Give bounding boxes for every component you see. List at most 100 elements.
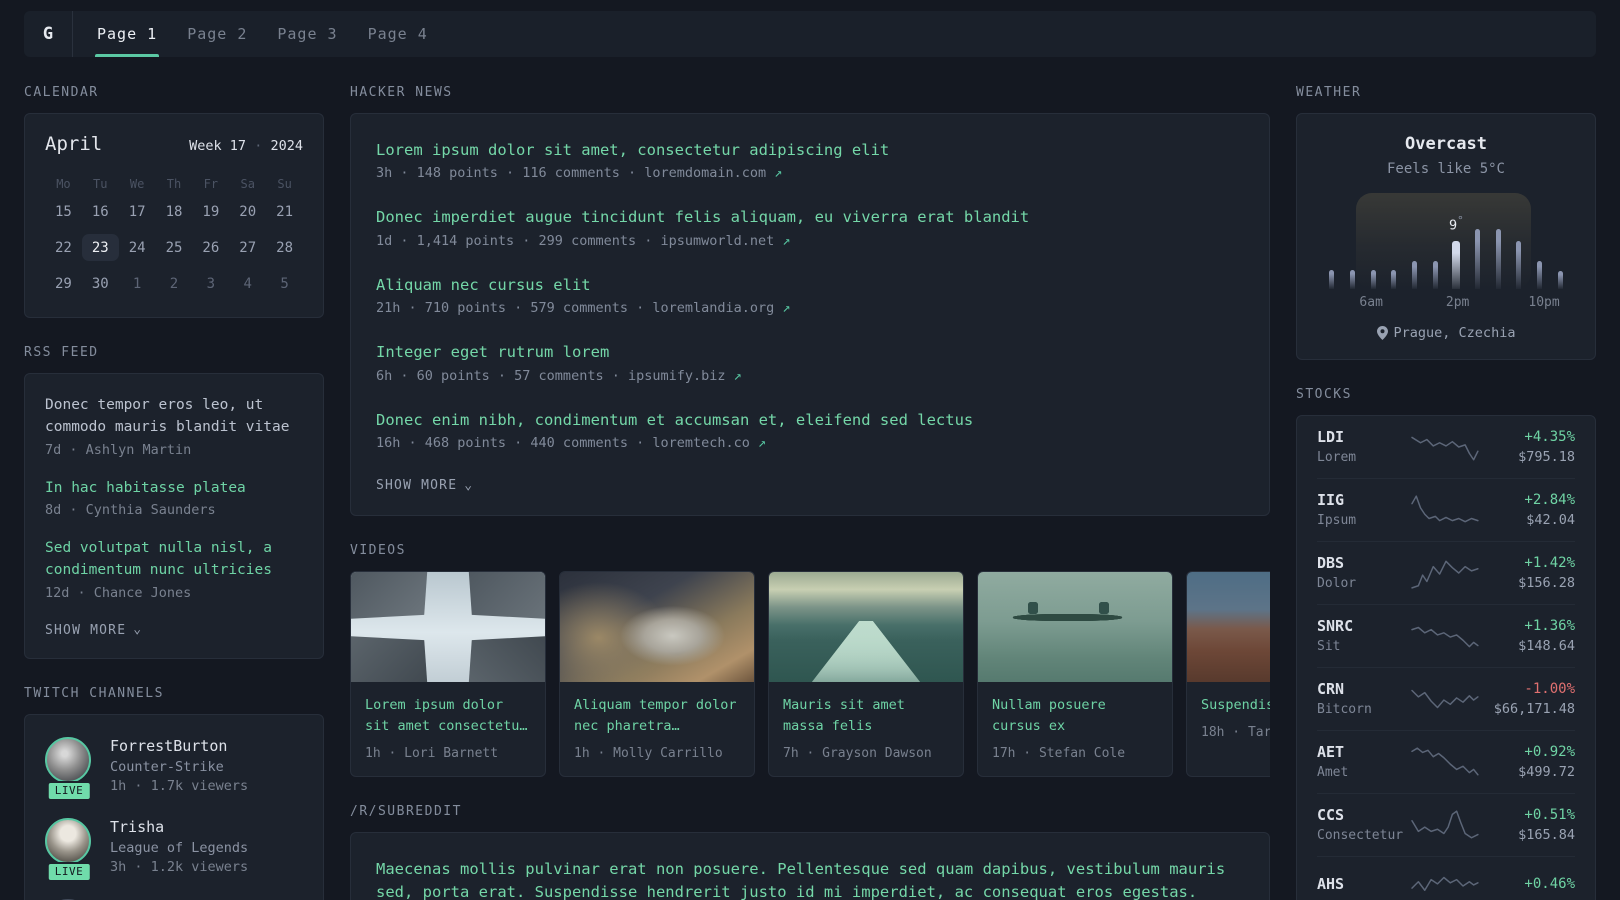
weather-time-labels: 6am 2pm 10pm	[1317, 295, 1575, 313]
stock-row[interactable]: LDI Lorem +4.35% $795.18	[1317, 416, 1575, 479]
video-card[interactable]: Suspendisse diam 18h · Tara	[1186, 571, 1270, 778]
external-link-icon[interactable]: ↗	[734, 368, 742, 384]
hn-item-meta: 21h · 710 points · 579 comments · loreml…	[376, 300, 1244, 316]
stock-row[interactable]: IIG Ipsum +2.84% $42.04	[1317, 479, 1575, 542]
weather-hour-bar	[1404, 261, 1425, 289]
hacker-news-widget: HACKER NEWS Lorem ipsum dolor sit amet, …	[350, 85, 1270, 517]
page-tab[interactable]: Page 3	[275, 11, 339, 57]
calendar-day: 5	[280, 275, 289, 292]
external-link-icon[interactable]: ↗	[782, 300, 790, 316]
video-title: Suspendisse diam	[1201, 697, 1270, 714]
rss-section-label: RSS FEED	[24, 345, 99, 360]
external-link-icon[interactable]: ↗	[758, 435, 766, 451]
weather-hour-bar	[1467, 229, 1488, 289]
stock-ticker: SNRC	[1317, 617, 1354, 635]
hn-item-title[interactable]: Lorem ipsum dolor sit amet, consectetur …	[376, 139, 1244, 161]
stock-row[interactable]: CRN Bitcorn -1.00% $66,171.48	[1317, 668, 1575, 731]
twitch-channel-category: Counter-Strike	[110, 758, 224, 775]
calendar-day: 16	[91, 203, 109, 220]
location-pin-icon	[1376, 326, 1388, 340]
hn-item-meta: 1d · 1,414 points · 299 comments · ipsum…	[376, 233, 1244, 249]
stock-name: Sit	[1317, 639, 1341, 654]
stock-price: $795.18	[1518, 448, 1575, 465]
rss-item-title[interactable]: In hac habitasse platea	[45, 478, 303, 500]
stock-change: +2.84%	[1524, 491, 1575, 508]
hn-show-more-button[interactable]: SHOW MORE ⌄	[376, 476, 473, 499]
video-card[interactable]: Lorem ipsum dolor sit amet consectetu… 1…	[350, 571, 546, 778]
reddit-post-title[interactable]: Maecenas mollis pulvinar erat non posuer…	[376, 858, 1244, 900]
calendar-month: April	[45, 133, 103, 155]
video-thumbnail	[351, 572, 545, 683]
calendar-day-headers: Mo Tu We Th Fr Sa Su	[45, 173, 303, 198]
video-meta: 7h · Grayson Dawson	[783, 746, 932, 762]
stock-price: $499.72	[1518, 763, 1575, 780]
weather-hour-bar	[1425, 261, 1446, 289]
rss-item-meta: 7d · Ashlyn Martin	[45, 441, 192, 458]
right-column: WEATHER Overcast Feels like 5°C 9° 6am 2p…	[1296, 85, 1596, 900]
live-badge: LIVE	[46, 861, 92, 882]
video-card[interactable]: Mauris sit amet massa felis 7h · Grayson…	[768, 571, 964, 778]
hn-item-meta: 16h · 468 points · 440 comments · loremt…	[376, 435, 1244, 451]
stock-change: +0.92%	[1524, 743, 1575, 760]
calendar-day-header: Su	[277, 177, 292, 191]
stock-row[interactable]: AET Amet +0.92% $499.72	[1317, 731, 1575, 794]
twitch-channel-category: League of Legends	[110, 839, 249, 856]
video-card[interactable]: Nullam posuere cursus ex 17h · Stefan Co…	[977, 571, 1173, 778]
stock-change: +1.36%	[1524, 617, 1575, 634]
stock-row[interactable]: AHS +0.46%	[1317, 857, 1575, 900]
stock-change: +4.35%	[1524, 428, 1575, 445]
rss-item-title[interactable]: Donec tempor eros leo, ut commodo mauris…	[45, 395, 303, 439]
hn-item-title[interactable]: Aliquam nec cursus elit	[376, 274, 1244, 296]
stock-row[interactable]: CCS Consectetur +0.51% $165.84	[1317, 794, 1575, 857]
twitch-channel-row[interactable]: LIVE Trisha League of Legends 3h · 1.2k …	[45, 817, 303, 882]
twitch-card: LIVE ForrestBurton Counter-Strike 1h · 1…	[24, 713, 324, 900]
weather-hour-bar	[1529, 261, 1550, 289]
page-tab[interactable]: Page 1	[95, 11, 160, 57]
external-link-icon[interactable]: ↗	[774, 165, 782, 181]
avatar	[45, 817, 91, 864]
hn-item-title[interactable]: Donec imperdiet augue tincidunt felis al…	[376, 206, 1244, 228]
page-tab[interactable]: Page 2	[185, 11, 249, 57]
rss-show-more-button[interactable]: SHOW MORE ⌄	[45, 621, 142, 644]
page-tab-label: Page 4	[367, 25, 428, 43]
stock-row[interactable]: SNRC Sit +1.36% $148.64	[1317, 605, 1575, 668]
videos-widget: VIDEOS Lorem ipsum dolor sit amet consec…	[350, 543, 1270, 778]
hn-item-meta-text: 16h · 468 points · 440 comments · loremt…	[376, 435, 750, 452]
page-tab-label: Page 1	[97, 25, 158, 43]
page-tab-label: Page 2	[187, 25, 248, 43]
rss-card: Donec tempor eros leo, ut commodo mauris…	[24, 373, 324, 659]
hn-item: Donec enim nibh, condimentum et accumsan…	[376, 409, 1244, 451]
video-thumbnail	[1187, 572, 1270, 683]
rss-item-title[interactable]: Sed volutpat nulla nisl, a condimentum n…	[45, 538, 303, 582]
twitch-channel-row[interactable]: LIVE ForrestBurton Counter-Strike 1h · 1…	[45, 736, 303, 801]
calendar-day: 17	[128, 203, 146, 220]
stock-row[interactable]: DBS Dolor +1.42% $156.28	[1317, 542, 1575, 605]
hn-item-meta: 3h · 148 points · 116 comments · loremdo…	[376, 165, 1244, 181]
twitch-channel-meta: 1h · 1.7k viewers	[110, 777, 249, 794]
calendar-day: 1	[132, 275, 142, 292]
video-meta: 1h · Molly Carrillo	[574, 746, 723, 762]
videos-section-label: VIDEOS	[350, 543, 406, 559]
dashboard-grid: CALENDAR April Week 17 · 2024 Mo Tu We Th Fr…	[0, 57, 1620, 900]
calendar-day-header: Sa	[240, 177, 255, 191]
external-link-icon[interactable]: ↗	[782, 233, 790, 249]
stock-sparkline	[1403, 430, 1489, 464]
twitch-channel-name[interactable]: Trisha	[110, 818, 248, 836]
hn-item-title[interactable]: Integer eget rutrum lorem	[376, 341, 1244, 363]
stock-price: $66,171.48	[1493, 700, 1575, 717]
calendar-day-header: Fr	[203, 177, 219, 191]
twitch-section-label: TWITCH CHANNELS	[24, 685, 164, 701]
calendar-section-label: CALENDAR	[24, 85, 99, 100]
page-tab[interactable]: Page 4	[366, 11, 430, 57]
video-title: Mauris sit amet massa felis	[783, 697, 905, 735]
twitch-widget: TWITCH CHANNELS LIVE ForrestBurton Count…	[24, 686, 324, 900]
calendar-day: 21	[276, 203, 293, 220]
video-card[interactable]: Aliquam tempor dolor nec pharetra… 1h · …	[559, 571, 755, 778]
hn-item-meta-text: 3h · 148 points · 116 comments · loremdo…	[376, 165, 767, 182]
stocks-widget: STOCKS LDI Lorem +4.35% $795.18 IIG Ipsu…	[1296, 387, 1596, 900]
hn-item-title[interactable]: Donec enim nibh, condimentum et accumsan…	[376, 409, 1244, 431]
twitch-channel-name[interactable]: ForrestBurton	[110, 737, 248, 755]
stock-price: $42.04	[1526, 511, 1575, 528]
calendar-day: 19	[202, 203, 220, 220]
stock-sparkline	[1403, 556, 1489, 590]
